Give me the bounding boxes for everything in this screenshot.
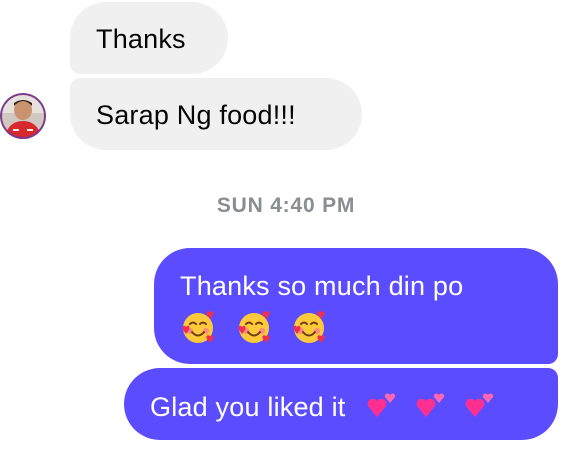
message-text: Thanks [96,24,186,54]
two-hearts-icon [415,392,447,422]
smiling-face-with-hearts-icon [182,311,214,343]
message-text: Glad you liked it [150,391,346,422]
outgoing-message-bubble[interactable]: Thanks so much din po [154,248,558,364]
two-hearts-icon [366,392,398,422]
message-text: Sarap Ng food!!! [96,100,296,130]
contact-avatar[interactable] [0,93,46,139]
smiling-face-with-hearts-icon [293,311,326,343]
smiling-face-with-hearts-icon [238,311,270,343]
two-hearts-icon [464,392,496,422]
timestamp-divider: SUN 4:40 PM [216,194,356,217]
message-text: Thanks so much din po [180,271,464,301]
emoji-row [180,308,558,348]
incoming-message-bubble[interactable]: Thanks [70,2,228,74]
incoming-message-bubble[interactable]: Sarap Ng food!!! [70,78,362,150]
outgoing-message-bubble[interactable]: Glad you liked it [124,368,558,440]
